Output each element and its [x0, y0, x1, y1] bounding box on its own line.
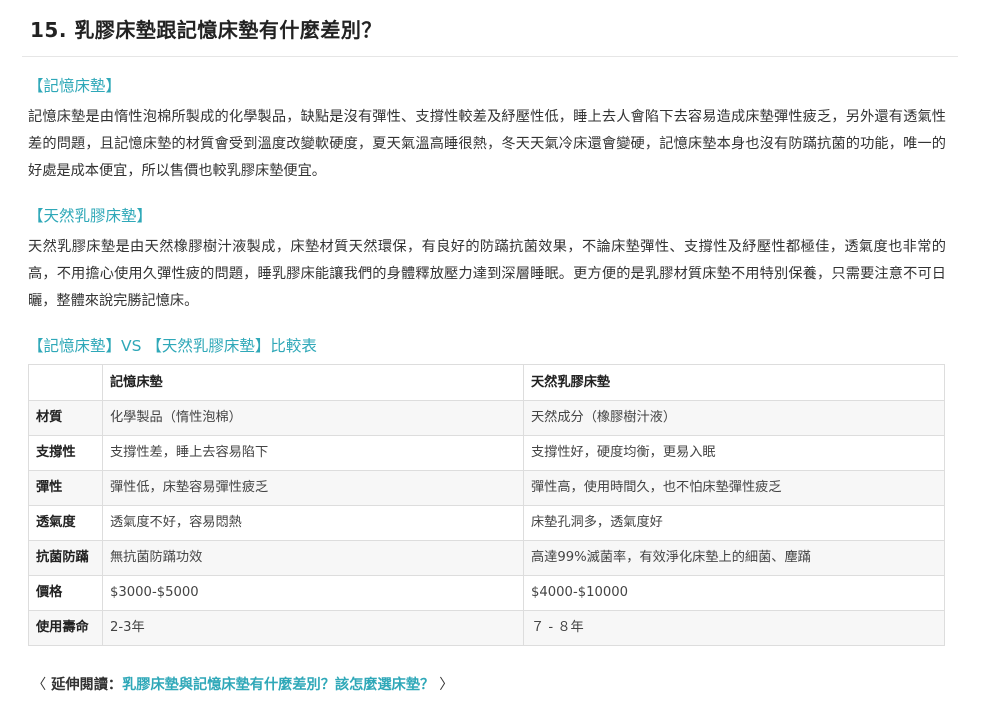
- table-row-price: 價格 $3000-$5000 $4000-$10000: [28, 575, 945, 611]
- row-label: 使用壽命: [28, 610, 103, 646]
- natural-latex-cell: 高達99%滅菌率，有效淨化床墊上的細菌、塵蹣: [523, 540, 945, 576]
- further-reading-link[interactable]: 乳膠床墊與記憶床墊有什麼差別？該怎麼選床墊？: [122, 677, 434, 693]
- table-row-material: 材質 化學製品（惰性泡棉） 天然成分（橡膠樹汁液）: [28, 400, 945, 436]
- row-label: 彈性: [28, 470, 103, 506]
- memory-foam-cell: $3000-$5000: [102, 575, 524, 611]
- table-row-elasticity: 彈性 彈性低，床墊容易彈性疲乏 彈性高，使用時間久，也不怕床墊彈性疲乏: [28, 470, 945, 506]
- memory-foam-cell: 無抗菌防蹣功效: [102, 540, 524, 576]
- page-title: 15. 乳膠床墊跟記憶床墊有什麼差別？: [30, 18, 382, 42]
- natural-latex-cell: $4000-$10000: [523, 575, 945, 611]
- table-header-natural-latex: 天然乳膠床墊: [523, 364, 945, 401]
- memory-foam-cell: 2-3年: [102, 610, 524, 646]
- section-body-natural-latex: 天然乳膠床墊是由天然橡膠樹汁液製成，床墊材質天然環保，有良好的防蹣抗菌效果，不論…: [28, 239, 946, 309]
- title-divider: [22, 56, 958, 57]
- section-body-memory-foam: 記憶床墊是由惰性泡棉所製成的化學製品，缺點是沒有彈性、支撐性較差及紓壓性低，睡上…: [28, 109, 946, 179]
- further-reading-open-bracket: 〈: [32, 677, 47, 693]
- comparison-heading: 【記憶床墊】VS 【天然乳膠床墊】比較表: [28, 337, 317, 355]
- table-header-memory-foam: 記憶床墊: [102, 364, 524, 401]
- article-page: 15. 乳膠床墊跟記憶床墊有什麼差別？ 【記憶床墊】 記憶床墊是由惰性泡棉所製成…: [0, 0, 1000, 716]
- memory-foam-cell: 支撐性差，睡上去容易陷下: [102, 435, 524, 471]
- section-heading-natural-latex: 【天然乳膠床墊】: [28, 207, 153, 225]
- table-header-row: 記憶床墊 天然乳膠床墊: [28, 364, 945, 401]
- further-reading: 〈 延伸閱讀：乳膠床墊與記憶床墊有什麼差別？該怎麼選床墊？ 〉: [32, 674, 453, 696]
- row-label: 材質: [28, 400, 103, 436]
- row-label: 透氣度: [28, 505, 103, 541]
- natural-latex-cell: 床墊孔洞多，透氣度好: [523, 505, 945, 541]
- section-heading-memory-foam: 【記憶床墊】: [28, 77, 122, 95]
- table-row-breathability: 透氣度 透氣度不好，容易悶熱 床墊孔洞多，透氣度好: [28, 505, 945, 541]
- natural-latex-cell: 支撐性好，硬度均衡，更易入眠: [523, 435, 945, 471]
- natural-latex-cell: 彈性高，使用時間久，也不怕床墊彈性疲乏: [523, 470, 945, 506]
- memory-foam-cell: 透氣度不好，容易悶熱: [102, 505, 524, 541]
- row-label: 抗菌防蹣: [28, 540, 103, 576]
- natural-latex-cell: ７ - ８年: [523, 610, 945, 646]
- table-row-lifespan: 使用壽命 2-3年 ７ - ８年: [28, 610, 945, 646]
- memory-foam-cell: 化學製品（惰性泡棉）: [102, 400, 524, 436]
- further-reading-prefix: 延伸閱讀：: [51, 677, 123, 693]
- table-row-antibacterial: 抗菌防蹣 無抗菌防蹣功效 高達99%滅菌率，有效淨化床墊上的細菌、塵蹣: [28, 540, 945, 576]
- table-row-support: 支撐性 支撐性差，睡上去容易陷下 支撐性好，硬度均衡，更易入眠: [28, 435, 945, 471]
- natural-latex-cell: 天然成分（橡膠樹汁液）: [523, 400, 945, 436]
- further-reading-close-bracket: 〉: [439, 677, 454, 693]
- comparison-table: 記憶床墊 天然乳膠床墊 材質 化學製品（惰性泡棉） 天然成分（橡膠樹汁液） 支撐…: [28, 364, 945, 646]
- row-label: 支撐性: [28, 435, 103, 471]
- table-header-blank: [28, 364, 103, 401]
- row-label: 價格: [28, 575, 103, 611]
- memory-foam-cell: 彈性低，床墊容易彈性疲乏: [102, 470, 524, 506]
